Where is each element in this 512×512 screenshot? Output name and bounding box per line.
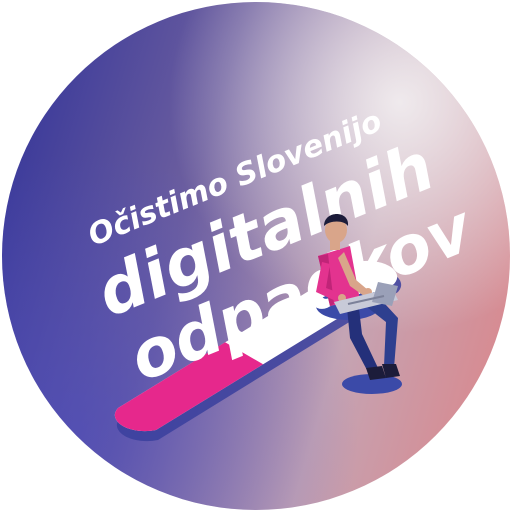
campaign-badge: Očistimo Slovenijo digitalnih odpadkov [2, 2, 510, 510]
